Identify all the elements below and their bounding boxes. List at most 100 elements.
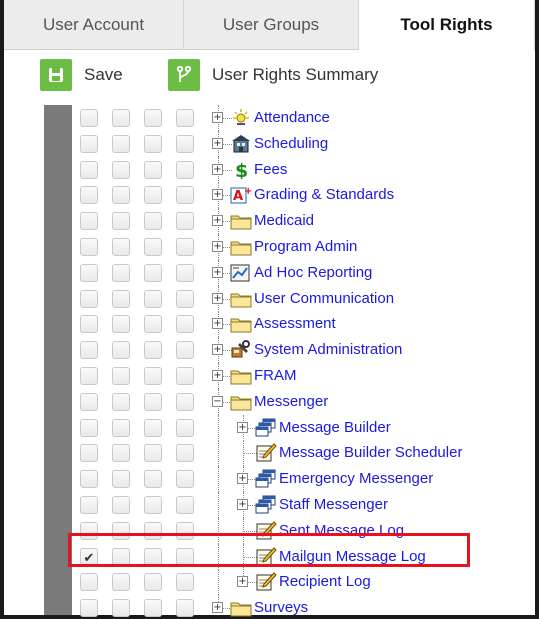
tree-item-label[interactable]: Recipient Log: [279, 573, 371, 590]
add-checkbox[interactable]: [144, 419, 162, 437]
expand-toggle[interactable]: +: [237, 576, 248, 587]
add-checkbox[interactable]: [144, 341, 162, 359]
tab-user-account[interactable]: User Account: [4, 0, 184, 50]
add-checkbox[interactable]: [144, 315, 162, 333]
add-checkbox[interactable]: [144, 161, 162, 179]
delete-checkbox[interactable]: [176, 161, 194, 179]
read-checkbox[interactable]: [80, 470, 98, 488]
tree-item-label[interactable]: Fees: [254, 161, 287, 178]
read-checkbox[interactable]: [80, 496, 98, 514]
write-checkbox[interactable]: [112, 393, 130, 411]
tree-item-label[interactable]: Sent Message Log: [279, 522, 404, 539]
expand-toggle[interactable]: +: [212, 241, 223, 252]
delete-checkbox[interactable]: [176, 341, 194, 359]
write-checkbox[interactable]: [112, 109, 130, 127]
tree-item-label[interactable]: Staff Messenger: [279, 496, 388, 513]
add-checkbox[interactable]: [144, 470, 162, 488]
tree-item-label[interactable]: Message Builder: [279, 419, 391, 436]
add-checkbox[interactable]: [144, 496, 162, 514]
expand-toggle[interactable]: +: [237, 499, 248, 510]
write-checkbox[interactable]: [112, 367, 130, 385]
delete-checkbox[interactable]: [176, 212, 194, 230]
write-checkbox[interactable]: [112, 496, 130, 514]
tree-item-label[interactable]: Scheduling: [254, 135, 328, 152]
expand-toggle[interactable]: +: [212, 370, 223, 381]
tree-item-label[interactable]: Mailgun Message Log: [279, 548, 426, 565]
read-checkbox[interactable]: [80, 341, 98, 359]
write-checkbox[interactable]: [112, 186, 130, 204]
delete-checkbox[interactable]: [176, 315, 194, 333]
write-checkbox[interactable]: [112, 470, 130, 488]
tab-user-groups[interactable]: User Groups: [184, 0, 359, 50]
delete-checkbox[interactable]: [176, 573, 194, 591]
read-checkbox[interactable]: [80, 367, 98, 385]
write-checkbox[interactable]: [112, 290, 130, 308]
delete-checkbox[interactable]: [176, 393, 194, 411]
add-checkbox[interactable]: [144, 186, 162, 204]
delete-checkbox[interactable]: [176, 444, 194, 462]
tree-item-label[interactable]: Messenger: [254, 393, 328, 410]
expand-toggle[interactable]: +: [212, 112, 223, 123]
tree-item-label[interactable]: Assessment: [254, 315, 336, 332]
read-checkbox[interactable]: [80, 290, 98, 308]
tree-item-label[interactable]: Grading & Standards: [254, 186, 394, 203]
delete-checkbox[interactable]: [176, 186, 194, 204]
write-checkbox[interactable]: [112, 238, 130, 256]
delete-checkbox[interactable]: [176, 470, 194, 488]
write-checkbox[interactable]: [112, 548, 130, 566]
delete-checkbox[interactable]: [176, 548, 194, 566]
expand-toggle[interactable]: +: [212, 215, 223, 226]
tree-item-label[interactable]: Program Admin: [254, 238, 357, 255]
write-checkbox[interactable]: [112, 573, 130, 591]
tree-item-label[interactable]: Ad Hoc Reporting: [254, 264, 372, 281]
write-checkbox[interactable]: [112, 315, 130, 333]
add-checkbox[interactable]: [144, 599, 162, 617]
read-checkbox[interactable]: ✔: [80, 548, 98, 566]
expand-toggle[interactable]: +: [237, 422, 248, 433]
read-checkbox[interactable]: [80, 444, 98, 462]
expand-toggle[interactable]: +: [212, 293, 223, 304]
read-checkbox[interactable]: [80, 109, 98, 127]
add-checkbox[interactable]: [144, 522, 162, 540]
save-button[interactable]: Save: [40, 59, 123, 91]
collapse-toggle[interactable]: −: [212, 396, 223, 407]
add-checkbox[interactable]: [144, 109, 162, 127]
read-checkbox[interactable]: [80, 315, 98, 333]
write-checkbox[interactable]: [112, 522, 130, 540]
delete-checkbox[interactable]: [176, 264, 194, 282]
expand-toggle[interactable]: +: [212, 318, 223, 329]
add-checkbox[interactable]: [144, 212, 162, 230]
tree-item-label[interactable]: Medicaid: [254, 212, 314, 229]
delete-checkbox[interactable]: [176, 419, 194, 437]
add-checkbox[interactable]: [144, 238, 162, 256]
expand-toggle[interactable]: +: [212, 189, 223, 200]
read-checkbox[interactable]: [80, 238, 98, 256]
read-checkbox[interactable]: [80, 419, 98, 437]
user-rights-summary-button[interactable]: User Rights Summary: [168, 59, 378, 91]
tree-item-label[interactable]: Attendance: [254, 109, 330, 126]
add-checkbox[interactable]: [144, 290, 162, 308]
tree-item-label[interactable]: System Administration: [254, 341, 402, 358]
read-checkbox[interactable]: [80, 264, 98, 282]
add-checkbox[interactable]: [144, 135, 162, 153]
read-checkbox[interactable]: [80, 573, 98, 591]
expand-toggle[interactable]: +: [212, 344, 223, 355]
write-checkbox[interactable]: [112, 444, 130, 462]
tree-item-label[interactable]: Message Builder Scheduler: [279, 444, 462, 461]
delete-checkbox[interactable]: [176, 290, 194, 308]
delete-checkbox[interactable]: [176, 367, 194, 385]
read-checkbox[interactable]: [80, 599, 98, 617]
tab-tool-rights[interactable]: Tool Rights: [359, 0, 535, 51]
delete-checkbox[interactable]: [176, 135, 194, 153]
delete-checkbox[interactable]: [176, 599, 194, 617]
expand-toggle[interactable]: +: [212, 267, 223, 278]
read-checkbox[interactable]: [80, 186, 98, 204]
add-checkbox[interactable]: [144, 367, 162, 385]
read-checkbox[interactable]: [80, 522, 98, 540]
read-checkbox[interactable]: [80, 393, 98, 411]
write-checkbox[interactable]: [112, 135, 130, 153]
add-checkbox[interactable]: [144, 264, 162, 282]
expand-toggle[interactable]: +: [212, 138, 223, 149]
expand-toggle[interactable]: +: [212, 602, 223, 613]
write-checkbox[interactable]: [112, 161, 130, 179]
